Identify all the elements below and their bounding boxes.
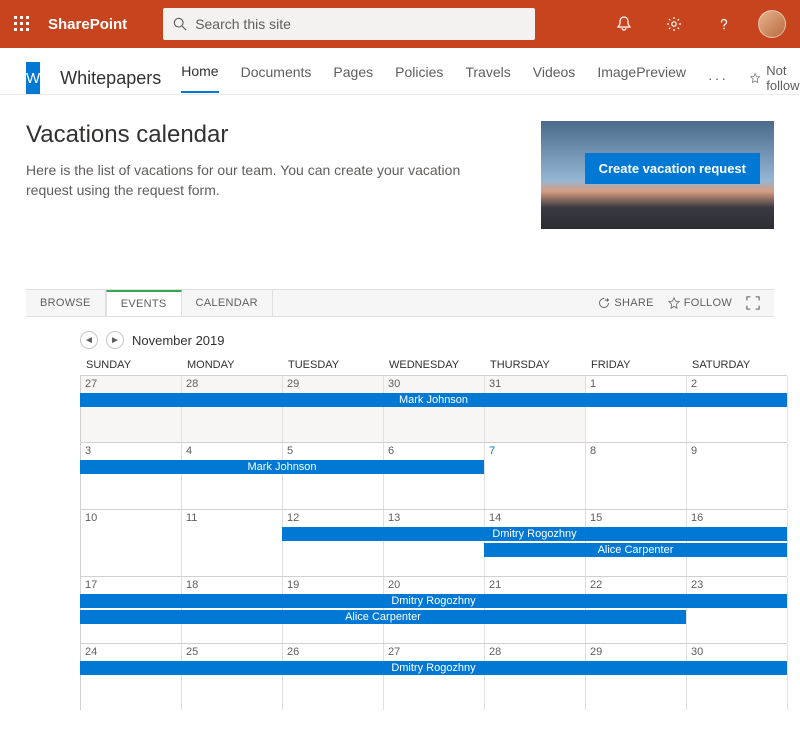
ribbon: BROWSE EVENTS CALENDAR SHARE FOLLOW [26, 289, 774, 317]
nav-videos[interactable]: Videos [533, 64, 576, 92]
calendar-month-label: November 2019 [132, 333, 225, 348]
day-cell[interactable]: 28 [485, 644, 586, 710]
day-cell[interactable]: 29 [283, 376, 384, 442]
site-title[interactable]: Whitepapers [60, 68, 161, 89]
day-header: SATURDAY [686, 359, 787, 375]
day-cell[interactable]: 23 [687, 577, 788, 643]
suite-bar: SharePoint Search this site [0, 0, 800, 48]
help-icon[interactable] [708, 8, 740, 40]
nav-pages[interactable]: Pages [333, 64, 373, 92]
search-placeholder: Search this site [195, 16, 291, 32]
next-month-icon[interactable]: ► [106, 331, 124, 349]
day-header: MONDAY [181, 359, 282, 375]
day-header: FRIDAY [585, 359, 686, 375]
search-input[interactable]: Search this site [163, 8, 535, 40]
day-cell[interactable]: 24 [81, 644, 182, 710]
site-nav: Home Documents Pages Policies Travels Vi… [181, 63, 800, 93]
hero-image: Create vacation request [541, 121, 774, 229]
calendar-event-bar[interactable]: Mark Johnson [80, 393, 787, 407]
calendar-event-bar[interactable]: Mark Johnson [80, 460, 484, 474]
day-header: SUNDAY [80, 359, 181, 375]
calendar-nav: ◄ ► November 2019 [80, 331, 774, 349]
nav-documents[interactable]: Documents [241, 64, 312, 92]
day-cell[interactable]: 30 [687, 644, 788, 710]
share-button[interactable]: SHARE [598, 297, 653, 309]
calendar-event-bar[interactable]: Alice Carpenter [80, 610, 686, 624]
star-icon [750, 71, 760, 85]
day-cell[interactable]: 27 [384, 644, 485, 710]
nav-travels[interactable]: Travels [465, 64, 510, 92]
day-cell[interactable]: 30 [384, 376, 485, 442]
day-header: TUESDAY [282, 359, 383, 375]
day-cell[interactable]: 1 [586, 376, 687, 442]
day-cell[interactable]: 26 [283, 644, 384, 710]
day-cell[interactable]: 6 [384, 443, 485, 509]
day-cell[interactable]: 3 [81, 443, 182, 509]
star-icon [668, 297, 680, 309]
product-name[interactable]: SharePoint [48, 16, 127, 33]
day-cell[interactable]: 10 [81, 510, 182, 576]
calendar-event-bar[interactable]: Alice Carpenter [484, 543, 787, 557]
day-cell[interactable]: 4 [182, 443, 283, 509]
ribbon-tab-browse[interactable]: BROWSE [26, 290, 106, 316]
ribbon-tab-calendar[interactable]: CALENDAR [182, 290, 273, 316]
follow-button[interactable]: FOLLOW [668, 297, 732, 309]
site-logo[interactable]: W [26, 62, 40, 94]
day-cell[interactable]: 13 [384, 510, 485, 576]
day-cell[interactable]: 9 [687, 443, 788, 509]
day-cell[interactable]: 31 [485, 376, 586, 442]
day-cell[interactable]: 8 [586, 443, 687, 509]
calendar-grid: SUNDAYMONDAYTUESDAYWEDNESDAYTHURSDAYFRID… [80, 359, 787, 710]
day-header: THURSDAY [484, 359, 585, 375]
day-cell[interactable]: 12 [283, 510, 384, 576]
avatar[interactable] [758, 10, 786, 38]
ribbon-tab-events[interactable]: EVENTS [106, 290, 182, 316]
notifications-icon[interactable] [608, 8, 640, 40]
day-cell[interactable]: 2 [687, 376, 788, 442]
nav-home[interactable]: Home [181, 63, 218, 93]
day-header: WEDNESDAY [383, 359, 484, 375]
share-icon [598, 297, 610, 309]
nav-policies[interactable]: Policies [395, 64, 443, 92]
calendar-event-bar[interactable]: Dmitry Rogozhny [282, 527, 787, 541]
page-description: Here is the list of vacations for our te… [26, 161, 501, 200]
not-following-button[interactable]: Not following [750, 63, 800, 93]
focus-icon[interactable] [746, 296, 760, 310]
calendar-event-bar[interactable]: Dmitry Rogozhny [80, 661, 787, 675]
day-cell[interactable]: 11 [182, 510, 283, 576]
day-cell[interactable]: 29 [586, 644, 687, 710]
day-cell[interactable]: 28 [182, 376, 283, 442]
day-cell[interactable]: 5 [283, 443, 384, 509]
prev-month-icon[interactable]: ◄ [80, 331, 98, 349]
day-cell[interactable]: 27 [81, 376, 182, 442]
calendar-event-bar[interactable]: Dmitry Rogozhny [80, 594, 787, 608]
search-icon [173, 17, 187, 31]
nav-more-icon[interactable]: ··· [708, 70, 728, 86]
not-following-label: Not following [766, 63, 800, 93]
create-vacation-request-button[interactable]: Create vacation request [585, 153, 760, 184]
site-header: W Whitepapers Home Documents Pages Polic… [0, 48, 800, 94]
nav-imagepreview[interactable]: ImagePreview [597, 64, 686, 92]
page-title: Vacations calendar [26, 121, 501, 149]
day-cell[interactable]: 25 [182, 644, 283, 710]
app-launcher-icon[interactable] [14, 16, 30, 32]
settings-icon[interactable] [658, 8, 690, 40]
day-cell[interactable]: 7 [485, 443, 586, 509]
